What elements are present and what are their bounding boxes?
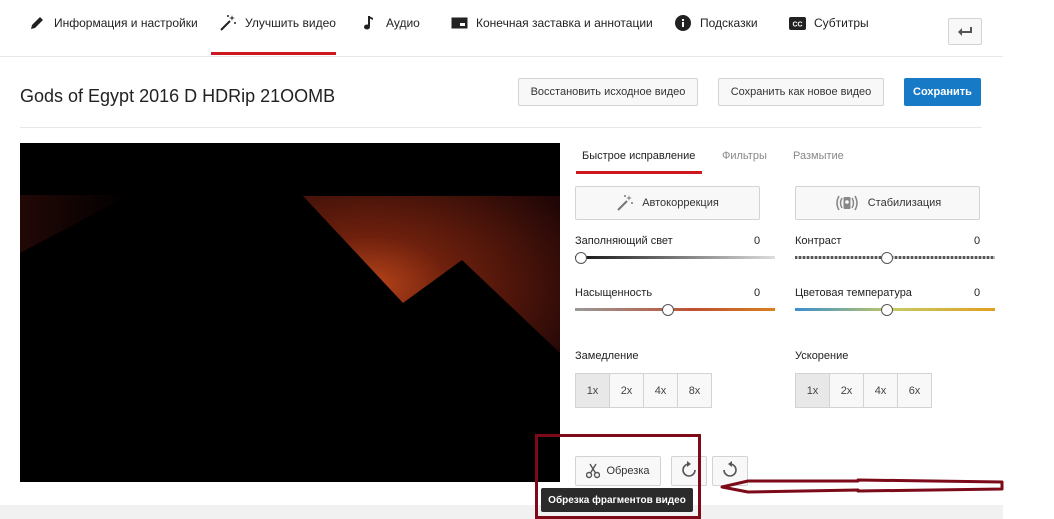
speedup-option-2x[interactable]: 2x: [829, 373, 864, 408]
saturation-slider-knob[interactable]: [662, 304, 674, 316]
tab-label: Информация и настройки: [54, 16, 198, 30]
editor-tabs: Информация и настройки Улучшить видео Ау…: [0, 0, 1003, 55]
contrast-slider-track[interactable]: [795, 256, 995, 259]
slowdown-option-2x[interactable]: 2x: [609, 373, 644, 408]
slowdown-options: 1x 2x 4x 8x: [575, 373, 712, 408]
restore-original-button[interactable]: Восстановить исходное видео: [518, 78, 698, 106]
fill-light-value: 0: [754, 235, 761, 247]
video-preview[interactable]: [20, 143, 560, 482]
save-button[interactable]: Сохранить: [904, 78, 981, 106]
header-divider: [20, 127, 982, 128]
subtab-quick-fix[interactable]: Быстрое исправление: [576, 150, 702, 174]
tabs-divider: [0, 56, 1003, 57]
tab-cards[interactable]: Подсказки: [674, 14, 758, 55]
subtab-filters[interactable]: Фильтры: [722, 150, 767, 174]
saturation-slider-track[interactable]: [575, 308, 775, 311]
tab-audio[interactable]: Аудио: [360, 14, 420, 55]
saturation-label: Насыщенность: [575, 287, 653, 299]
speedup-option-6x[interactable]: 6x: [897, 373, 932, 408]
color-temperature-slider-knob[interactable]: [881, 304, 893, 316]
tab-info-settings[interactable]: Информация и настройки: [28, 14, 198, 55]
video-title: Gods of Egypt 2016 D HDRip 21OOMB: [20, 86, 336, 106]
tab-label: Субтитры: [814, 16, 869, 30]
pencil-icon: [28, 14, 46, 32]
save-as-new-button[interactable]: Сохранить как новое видео: [718, 78, 884, 106]
fill-light-slider-track[interactable]: [575, 256, 775, 259]
stabilize-label: Стабилизация: [867, 197, 942, 209]
video-frame: [20, 143, 560, 482]
right-gutter: [1003, 0, 1054, 519]
contrast-label: Контраст: [795, 235, 842, 247]
contrast-value: 0: [974, 235, 981, 247]
autocorrect-label: Автокоррекция: [642, 197, 719, 209]
tab-enhance-video[interactable]: Улучшить видео: [211, 14, 336, 55]
tab-label: Подсказки: [700, 16, 758, 30]
fill-light-slider-knob[interactable]: [575, 252, 587, 264]
color-temperature-label: Цветовая температура: [795, 287, 912, 299]
contrast-slider-knob[interactable]: [881, 252, 893, 264]
color-temperature-value: 0: [974, 287, 981, 299]
color-temperature-slider-track[interactable]: [795, 308, 995, 311]
annotation-highlight-box: [535, 434, 701, 519]
speedup-option-4x[interactable]: 4x: [863, 373, 898, 408]
tab-end-screen[interactable]: Конечная заставка и аннотации: [450, 14, 653, 55]
magic-wand-icon: [219, 14, 237, 32]
slowdown-option-8x[interactable]: 8x: [677, 373, 712, 408]
tab-subtitles[interactable]: CC Субтитры: [788, 14, 869, 55]
autocorrect-button[interactable]: Автокоррекция: [575, 186, 760, 220]
cc-icon: CC: [788, 14, 806, 32]
slowdown-option-4x[interactable]: 4x: [643, 373, 678, 408]
speedup-label: Ускорение: [795, 350, 849, 362]
svg-text:CC: CC: [792, 21, 802, 28]
slowdown-option-1x[interactable]: 1x: [575, 373, 610, 408]
annotation-arrow-icon: [720, 478, 1004, 494]
tab-label: Улучшить видео: [245, 16, 336, 30]
fill-light-label: Заполняющий свет: [575, 235, 673, 247]
info-icon: [674, 14, 692, 32]
music-note-icon: [360, 14, 378, 32]
magic-wand-icon: [616, 194, 634, 212]
speedup-options: 1x 2x 4x 6x: [795, 373, 932, 408]
back-button[interactable]: [948, 18, 982, 45]
subtab-blur[interactable]: Размытие: [793, 150, 844, 174]
end-screen-icon: [450, 14, 468, 32]
editor-page: Информация и настройки Улучшить видео Ау…: [0, 0, 1003, 505]
slowdown-label: Замедление: [575, 350, 639, 362]
saturation-value: 0: [754, 287, 761, 299]
back-arrow-icon: [958, 23, 972, 41]
speedup-option-1x[interactable]: 1x: [795, 373, 830, 408]
stabilize-button[interactable]: Стабилизация: [795, 186, 980, 220]
stabilize-icon: [834, 194, 860, 212]
tab-label: Конечная заставка и аннотации: [476, 16, 653, 30]
tab-label: Аудио: [386, 16, 420, 30]
